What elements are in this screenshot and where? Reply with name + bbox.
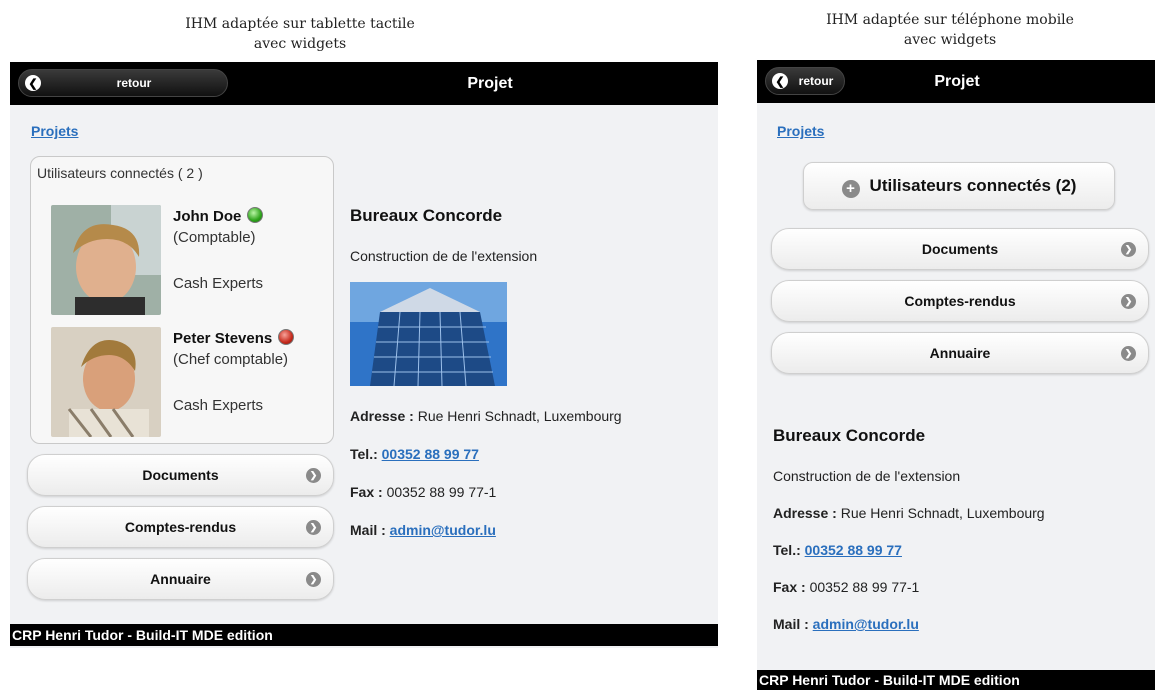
mobile-comptes-rendus-button[interactable]: Comptes-rendus ❯: [771, 280, 1149, 322]
tablet-screen: ❮ retour Projet Projets Utilisateurs con…: [10, 62, 718, 648]
mobile-caption: IHM adaptée sur téléphone mobile avec wi…: [790, 10, 1110, 50]
mobile-caption-line2: avec widgets: [903, 32, 997, 48]
chevron-right-icon: ❯: [1121, 294, 1136, 309]
mobile-screen: ❮ retour Projet Projets + Utilisateurs co…: [757, 60, 1155, 690]
tablet-project-name: Bureaux Concorde: [350, 206, 503, 225]
mobile-fax: Fax : 00352 88 99 77-1: [773, 579, 920, 595]
tablet-users-panel: Utilisateurs connectés ( 2 ) John Doe (C…: [30, 156, 334, 444]
annuaire-label: Annuaire: [929, 345, 991, 361]
mobile-header: ❮ retour Projet: [757, 60, 1155, 103]
user-avatar: [51, 205, 161, 315]
tablet-project-description: Construction de de l'extension: [350, 248, 538, 264]
user-role: (Chef comptable): [173, 351, 289, 368]
online-status-icon: [247, 207, 264, 223]
user-name: John Doe: [173, 207, 264, 225]
back-arrow-icon: ❮: [772, 73, 788, 89]
mobile-project-name: Bureaux Concorde: [773, 426, 926, 445]
mobile-back-label: retour: [798, 74, 834, 88]
tablet-documents-button[interactable]: Documents ❯: [27, 454, 334, 496]
chevron-right-icon: ❯: [1121, 346, 1136, 361]
mobile-phone: Tel.: 00352 88 99 77: [773, 542, 902, 558]
tablet-back-button[interactable]: ❮ retour: [18, 69, 228, 97]
tablet-fax: Fax : 00352 88 99 77-1: [350, 484, 497, 500]
user-name: Peter Stevens: [173, 329, 295, 347]
mobile-documents-button[interactable]: Documents ❯: [771, 228, 1149, 270]
documents-label: Documents: [142, 467, 219, 483]
mobile-address: Adresse : Rue Henri Schnadt, Luxembourg: [773, 505, 1045, 521]
tablet-mail-link[interactable]: admin@tudor.lu: [390, 522, 496, 538]
tablet-footer: CRP Henri Tudor - Build-IT MDE edition: [10, 624, 718, 646]
tablet-phone: Tel.: 00352 88 99 77: [350, 446, 479, 462]
tablet-page-title: Projet: [467, 75, 513, 92]
documents-label: Documents: [921, 241, 999, 257]
mobile-mail-link[interactable]: admin@tudor.lu: [813, 616, 919, 632]
tablet-users-title: Utilisateurs connectés ( 2 ): [37, 165, 203, 181]
mobile-caption-line1: IHM adaptée sur téléphone mobile: [826, 12, 1074, 28]
back-arrow-icon: ❮: [25, 75, 41, 91]
mobile-breadcrumb-projets[interactable]: Projets: [777, 123, 824, 139]
mobile-users-button[interactable]: + Utilisateurs connectés (2): [803, 162, 1115, 210]
tablet-caption: IHM adaptée sur tablette tactile avec wi…: [150, 14, 450, 54]
annuaire-label: Annuaire: [150, 571, 211, 587]
chevron-right-icon: ❯: [306, 572, 321, 587]
chevron-right-icon: ❯: [306, 520, 321, 535]
tablet-annuaire-button[interactable]: Annuaire ❯: [27, 558, 334, 600]
tablet-caption-line2: avec widgets: [253, 36, 347, 52]
mobile-back-button[interactable]: ❮ retour: [765, 67, 845, 95]
tablet-comptes-rendus-button[interactable]: Comptes-rendus ❯: [27, 506, 334, 548]
offline-status-icon: [278, 329, 295, 345]
tablet-project-image: [350, 282, 507, 386]
mobile-mail: Mail : admin@tudor.lu: [773, 616, 919, 632]
tablet-mail: Mail : admin@tudor.lu: [350, 522, 496, 538]
tablet-breadcrumb-projets[interactable]: Projets: [31, 123, 78, 139]
tablet-phone-link[interactable]: 00352 88 99 77: [382, 446, 479, 462]
comptes-rendus-label: Comptes-rendus: [124, 519, 237, 535]
mobile-page-title: Projet: [934, 73, 980, 90]
user-card[interactable]: John Doe (Comptable) Cash Experts: [51, 205, 331, 315]
chevron-right-icon: ❯: [306, 468, 321, 483]
user-company: Cash Experts: [173, 397, 264, 414]
user-company: Cash Experts: [173, 275, 264, 292]
tablet-caption-line1: IHM adaptée sur tablette tactile: [185, 16, 415, 32]
chevron-right-icon: ❯: [1121, 242, 1136, 257]
user-role: (Comptable): [173, 229, 256, 246]
user-card[interactable]: Peter Stevens (Chef comptable) Cash Expe…: [51, 327, 331, 437]
plus-circle-icon: +: [841, 180, 860, 198]
tablet-header: ❮ retour Projet: [10, 62, 718, 105]
mobile-footer: CRP Henri Tudor - Build-IT MDE edition: [757, 670, 1155, 690]
mobile-project-description: Construction de de l'extension: [773, 468, 961, 484]
mobile-phone-link[interactable]: 00352 88 99 77: [805, 542, 902, 558]
tablet-back-label: retour: [116, 76, 152, 90]
mobile-annuaire-button[interactable]: Annuaire ❯: [771, 332, 1149, 374]
user-avatar: [51, 327, 161, 437]
comptes-rendus-label: Comptes-rendus: [904, 293, 1016, 309]
tablet-address: Adresse : Rue Henri Schnadt, Luxembourg: [350, 408, 622, 424]
